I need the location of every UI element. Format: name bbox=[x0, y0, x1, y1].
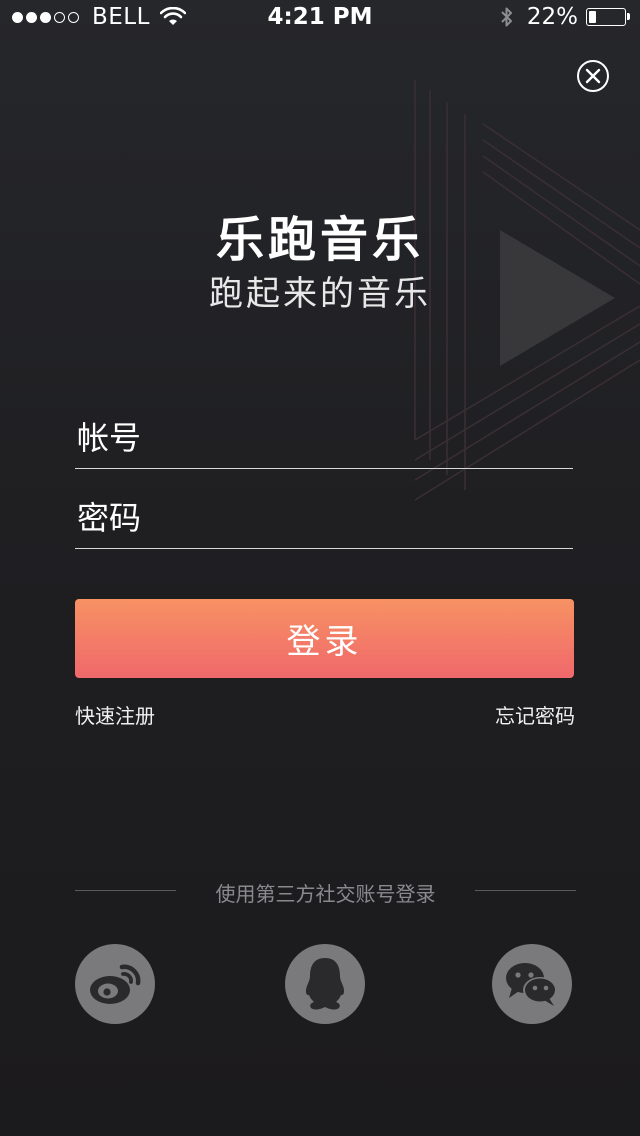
register-link[interactable]: 快速注册 bbox=[75, 700, 155, 729]
login-button[interactable]: 登录 bbox=[75, 599, 574, 678]
app-slogan: 跑起来的音乐 bbox=[209, 274, 431, 314]
bluetooth-icon bbox=[501, 7, 512, 27]
close-button[interactable] bbox=[577, 60, 609, 92]
third-party-label: 使用第三方社交账号登录 bbox=[215, 882, 436, 906]
status-bar: BELL 4:21 PM 22% bbox=[0, 0, 640, 36]
app-title: 乐跑音乐 bbox=[215, 212, 424, 268]
wechat-icon bbox=[506, 963, 557, 1006]
battery-level-fill bbox=[589, 11, 596, 23]
wechat-login-button[interactable] bbox=[492, 944, 572, 1024]
weibo-icon bbox=[90, 964, 141, 1004]
account-field bbox=[75, 408, 573, 469]
login-screen: BELL 4:21 PM 22% 乐跑音乐 跑起来的音乐 帐号 登录 快速注册 … bbox=[0, 0, 640, 1136]
battery-icon bbox=[586, 8, 630, 26]
forgot-password-link[interactable]: 忘记密码 bbox=[495, 700, 575, 729]
account-input[interactable] bbox=[75, 408, 573, 468]
battery-percent: 22% bbox=[526, 4, 578, 30]
password-field bbox=[75, 488, 573, 549]
divider-line-right bbox=[475, 890, 576, 891]
close-icon bbox=[585, 68, 601, 84]
third-party-divider: 使用第三方社交账号登录 bbox=[75, 878, 576, 906]
qq-login-button[interactable] bbox=[285, 944, 365, 1024]
status-right: 22% bbox=[499, 4, 630, 30]
password-input[interactable] bbox=[75, 488, 573, 548]
weibo-login-button[interactable] bbox=[75, 944, 155, 1024]
qq-icon bbox=[305, 958, 345, 1010]
